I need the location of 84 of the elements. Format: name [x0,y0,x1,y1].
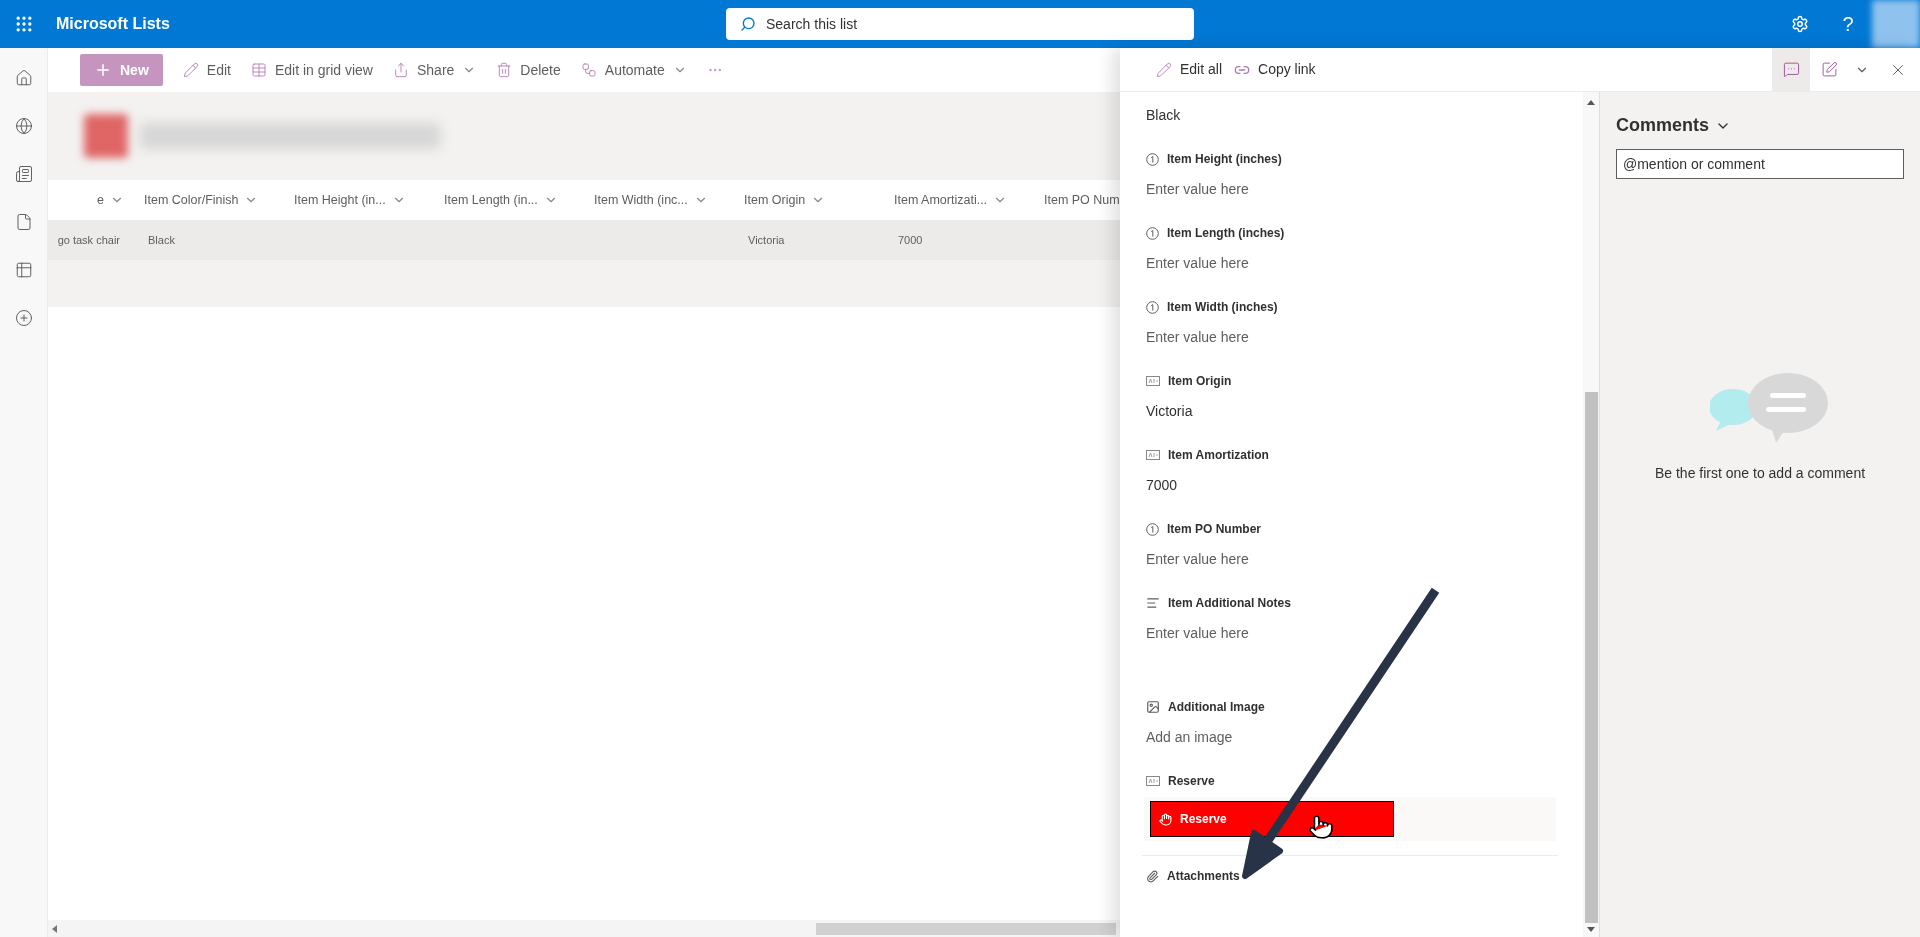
list-row[interactable]: go task chair Black Victoria 7000 [48,220,1120,260]
toolbar-button[interactable]: Share [384,54,485,86]
comment-field[interactable]: @mention or comment [1616,149,1904,179]
field-placeholder[interactable]: Enter value here [1146,548,1249,570]
text-field-icon [1146,776,1160,786]
app-title: Microsoft Lists [56,14,170,34]
number-icon [1146,152,1159,166]
scroll-left-icon [52,924,58,933]
plus-icon [94,61,112,79]
toolbar-button[interactable]: Edit in grid view [242,54,381,86]
settings-icon [1791,15,1809,33]
search-icon [740,16,756,32]
field-placeholder[interactable]: Enter value here [1146,178,1249,200]
field-label: Item PO Number [1167,521,1262,538]
number-icon [1146,226,1159,240]
scroll-up-icon [1587,100,1595,106]
newspaper-icon [14,165,33,183]
field-label: Item Height (inches) [1167,151,1282,168]
column-header[interactable]: e [48,180,136,220]
table-cell: go task chair [57,233,120,246]
edit-all-button[interactable]: Edit all [1150,53,1229,86]
toolbar-button[interactable]: Edit [174,54,239,86]
edit-form-icon [1820,61,1838,78]
pencil-icon [1156,61,1172,78]
pencil-icon [182,62,199,78]
table-cell: 7000 [898,233,923,246]
toolbar-button[interactable]: Automate [572,54,695,86]
vertical-scrollbar[interactable] [1583,92,1600,937]
grid-icon [250,62,267,78]
home-icon [14,69,33,87]
comments-title: Comments [1616,114,1709,137]
column-header[interactable]: Item Amortizati... [886,180,1036,220]
text-field-icon [1146,376,1160,386]
list-icon [14,261,33,279]
field-value[interactable]: Black [1146,104,1181,126]
number-icon [1146,522,1159,536]
column-header[interactable]: Item Width (inc... [586,180,736,220]
column-header[interactable]: Item Origin [736,180,886,220]
scroll-down-icon [1587,927,1595,933]
field-label: Item Origin [1168,373,1232,390]
table-cell: Victoria [748,233,785,246]
column-header[interactable]: Item PO Num [1036,180,1120,220]
field-label: Reserve [1168,773,1215,790]
field-label: Additional Image [1168,699,1265,716]
field-value[interactable]: 7000 [1146,474,1178,496]
image-icon [1146,700,1160,714]
field-label: Item Additional Notes [1168,595,1291,612]
column-header[interactable]: Item Length (in... [436,180,586,220]
column-header[interactable]: Item Color/Finish [136,180,286,220]
list-icon [84,114,128,158]
share-icon [392,62,409,78]
search-field[interactable]: Search this list [726,8,1194,40]
comments-toggle[interactable] [1772,47,1810,92]
waffle-icon [14,14,34,34]
field-label: Item Width (inches) [1167,299,1278,316]
notes-icon [1146,596,1160,610]
add-icon [14,309,33,327]
horizontal-scrollbar[interactable] [48,920,1120,937]
toolbar-button[interactable]: Delete [488,54,569,86]
field-placeholder[interactable]: Add an image [1146,726,1233,748]
globe-icon [14,117,33,135]
text-field-icon [1146,450,1160,460]
field-label: Item Length (inches) [1167,225,1285,242]
table-cell: Black [148,233,175,246]
field-placeholder[interactable]: Enter value here [1146,326,1249,348]
copy-link-button[interactable]: Copy link [1228,53,1322,86]
trash-icon [496,62,513,78]
comment-icon [1782,61,1800,78]
scrollbar-thumb[interactable] [1584,392,1598,923]
hand-icon [1159,812,1172,826]
scrollbar-thumb[interactable] [816,922,1116,935]
field-placeholder[interactable]: Enter value here [1146,252,1249,274]
attachments-label: Attachments [1167,868,1240,885]
field-placeholder[interactable]: Enter value here [1146,622,1249,644]
field-label: Item Amortization [1168,447,1269,464]
column-header[interactable]: Item Height (in... [286,180,436,220]
number-icon [1146,300,1159,314]
empty-comments-text: Be the first one to add a comment [1654,464,1866,483]
field-value[interactable]: Victoria [1146,400,1193,422]
automate-icon [580,62,597,78]
reserve-button[interactable]: Reserve [1150,801,1394,837]
paperclip-icon [1146,869,1159,883]
help-button[interactable]: ? [1824,0,1872,48]
file-icon [14,213,33,231]
